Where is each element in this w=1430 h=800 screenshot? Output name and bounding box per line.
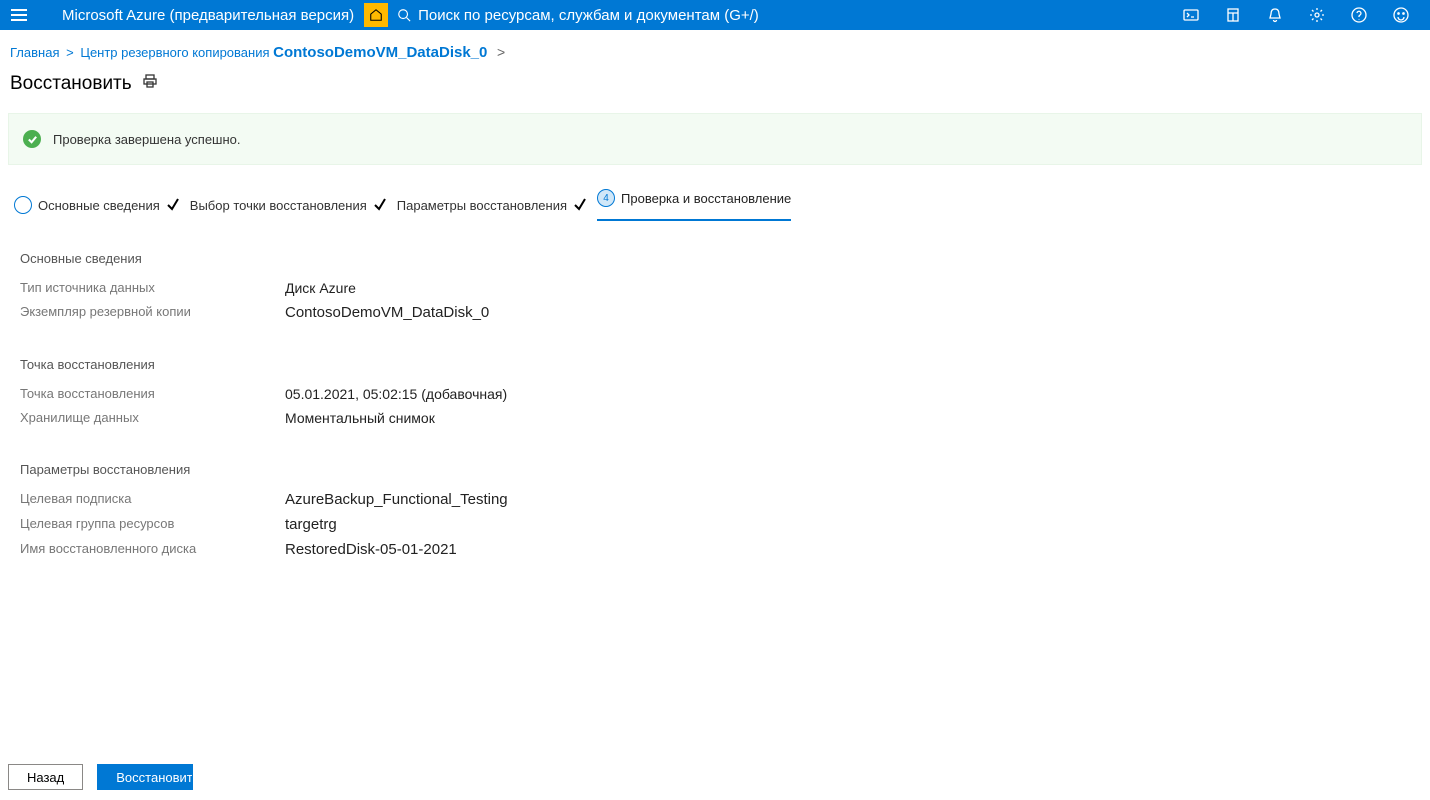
success-icon (23, 130, 41, 148)
restore-point-label: Точка восстановления (20, 386, 285, 402)
check-icon (573, 197, 587, 214)
top-actions (1170, 0, 1430, 30)
directory-icon[interactable] (1212, 0, 1254, 30)
breadcrumb-backup-center[interactable]: Центр резервного копирования (80, 45, 269, 60)
section-restore-params: Параметры восстановления Целевая подписк… (20, 462, 1410, 558)
global-search[interactable]: Поиск по ресурсам, службам и документам … (394, 0, 1170, 30)
validation-message: Проверка завершена успешно. (53, 132, 241, 147)
page-title-row: Восстановить (0, 69, 1430, 113)
restored-disk-name-label: Имя восстановленного диска (20, 541, 285, 558)
target-subscription-value: AzureBackup_Functional_Testing (285, 491, 508, 508)
step-label: Выбор точки восстановления (190, 198, 367, 213)
section-title: Основные сведения (20, 251, 1410, 266)
restore-button[interactable]: Восстановить (97, 764, 193, 790)
settings-icon[interactable] (1296, 0, 1338, 30)
chevron-right-icon: > (491, 44, 505, 60)
menu-icon[interactable] (0, 0, 38, 30)
search-placeholder: Поиск по ресурсам, службам и документам … (414, 7, 759, 24)
datastore-value: Моментальный снимок (285, 410, 435, 426)
target-subscription-label: Целевая подписка (20, 491, 285, 508)
breadcrumb-home[interactable]: Главная (10, 45, 59, 60)
review-content: Основные сведения Тип источника данных Д… (0, 221, 1430, 624)
breadcrumb-separator-icon: > (63, 45, 77, 60)
wizard-steps: Основные сведения Выбор точки восстановл… (0, 189, 1430, 221)
feedback-icon[interactable] (1380, 0, 1422, 30)
brand-label: Microsoft Azure (предварительная версия) (38, 7, 364, 24)
cloud-shell-icon[interactable] (1170, 0, 1212, 30)
backup-instance-label: Экземпляр резервной копии (20, 304, 285, 321)
wizard-footer: Назад Восстановить (8, 764, 193, 790)
section-title: Точка восстановления (20, 357, 1410, 372)
step-label: Проверка и восстановление (621, 191, 791, 206)
section-title: Параметры восстановления (20, 462, 1410, 477)
target-rg-label: Целевая группа ресурсов (20, 516, 285, 533)
datasource-type-label: Тип источника данных (20, 280, 285, 296)
section-basics: Основные сведения Тип источника данных Д… (20, 251, 1410, 321)
print-icon[interactable] (142, 73, 158, 95)
notifications-icon[interactable] (1254, 0, 1296, 30)
target-rg-value: targetrg (285, 516, 337, 533)
check-icon (373, 197, 387, 214)
home-icon[interactable] (364, 3, 388, 27)
search-icon (394, 8, 414, 22)
step-label: Основные сведения (38, 198, 160, 213)
back-button[interactable]: Назад (8, 764, 83, 790)
validation-banner: Проверка завершена успешно. (8, 113, 1422, 165)
step-label: Параметры восстановления (397, 198, 567, 213)
check-icon (166, 197, 180, 214)
step-restore-point[interactable]: Выбор точки восстановления (190, 197, 387, 214)
step-circle-icon (14, 196, 32, 214)
datasource-type-value: Диск Azure (285, 280, 356, 296)
step-review-restore[interactable]: 4 Проверка и восстановление (597, 189, 791, 221)
breadcrumb: Главная > Центр резервного копирования C… (0, 30, 1430, 69)
restored-disk-name-value: RestoredDisk-05-01-2021 (285, 541, 457, 558)
breadcrumb-current: ContosoDemoVM_DataDisk_0 (273, 44, 487, 61)
datastore-label: Хранилище данных (20, 410, 285, 426)
help-icon[interactable] (1338, 0, 1380, 30)
section-restore-point: Точка восстановления Точка восстановлени… (20, 357, 1410, 426)
restore-point-value: 05.01.2021, 05:02:15 (добавочная) (285, 386, 507, 402)
step-restore-params[interactable]: Параметры восстановления (397, 197, 587, 214)
step-number-icon: 4 (597, 189, 615, 207)
step-basics[interactable]: Основные сведения (14, 196, 180, 214)
page-title: Восстановить (10, 73, 132, 95)
top-bar: Microsoft Azure (предварительная версия)… (0, 0, 1430, 30)
backup-instance-value: ContosoDemoVM_DataDisk_0 (285, 304, 489, 321)
